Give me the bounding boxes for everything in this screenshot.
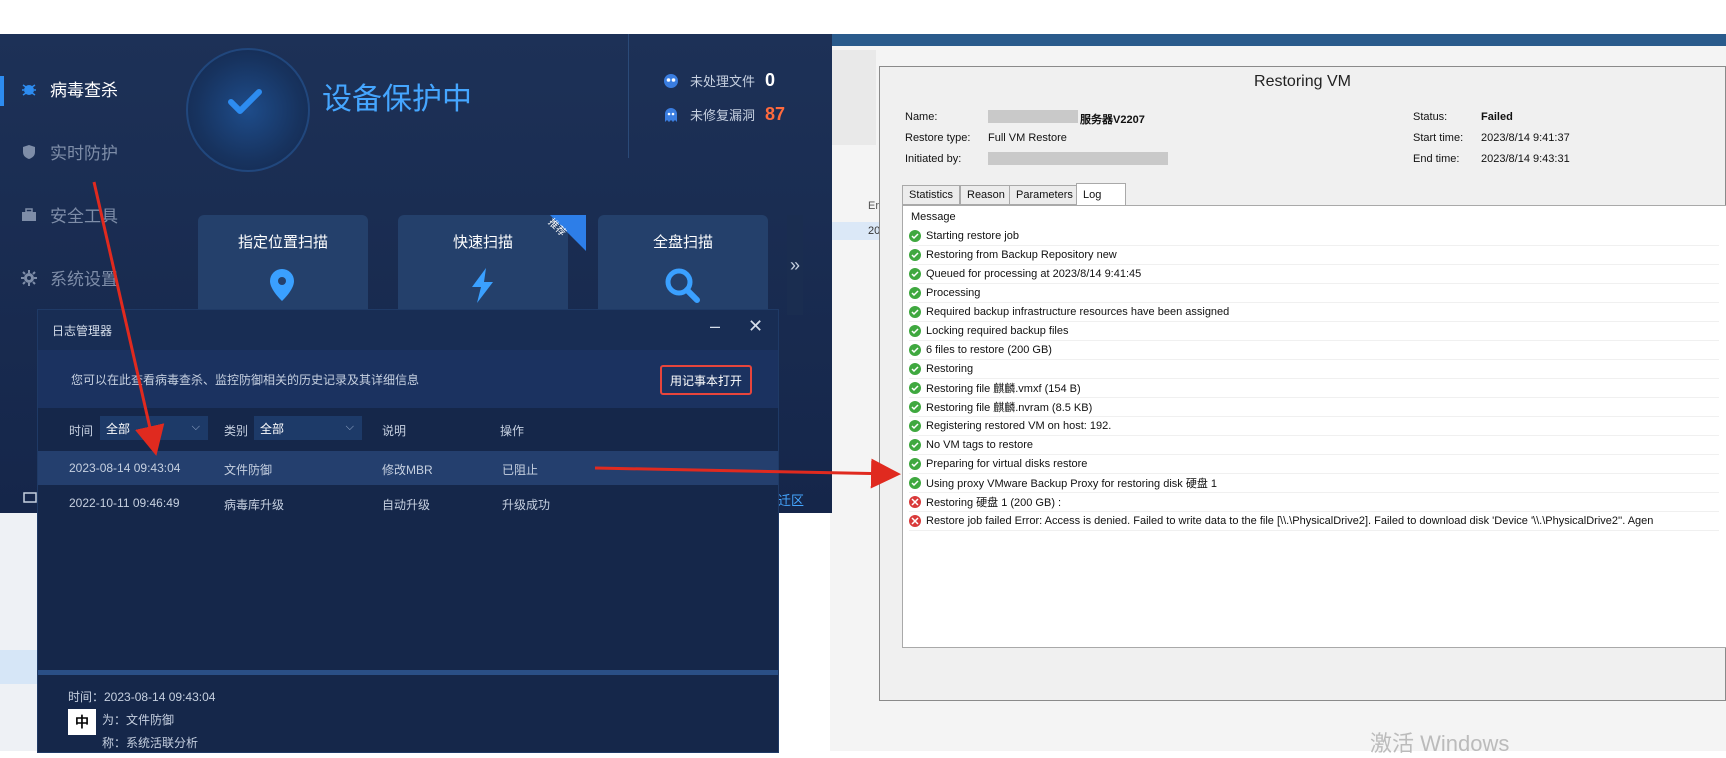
arrow-to-log-row (92, 181, 165, 456)
annotation-arrows (92, 181, 901, 489)
arrow-to-veeam-log (594, 458, 901, 489)
